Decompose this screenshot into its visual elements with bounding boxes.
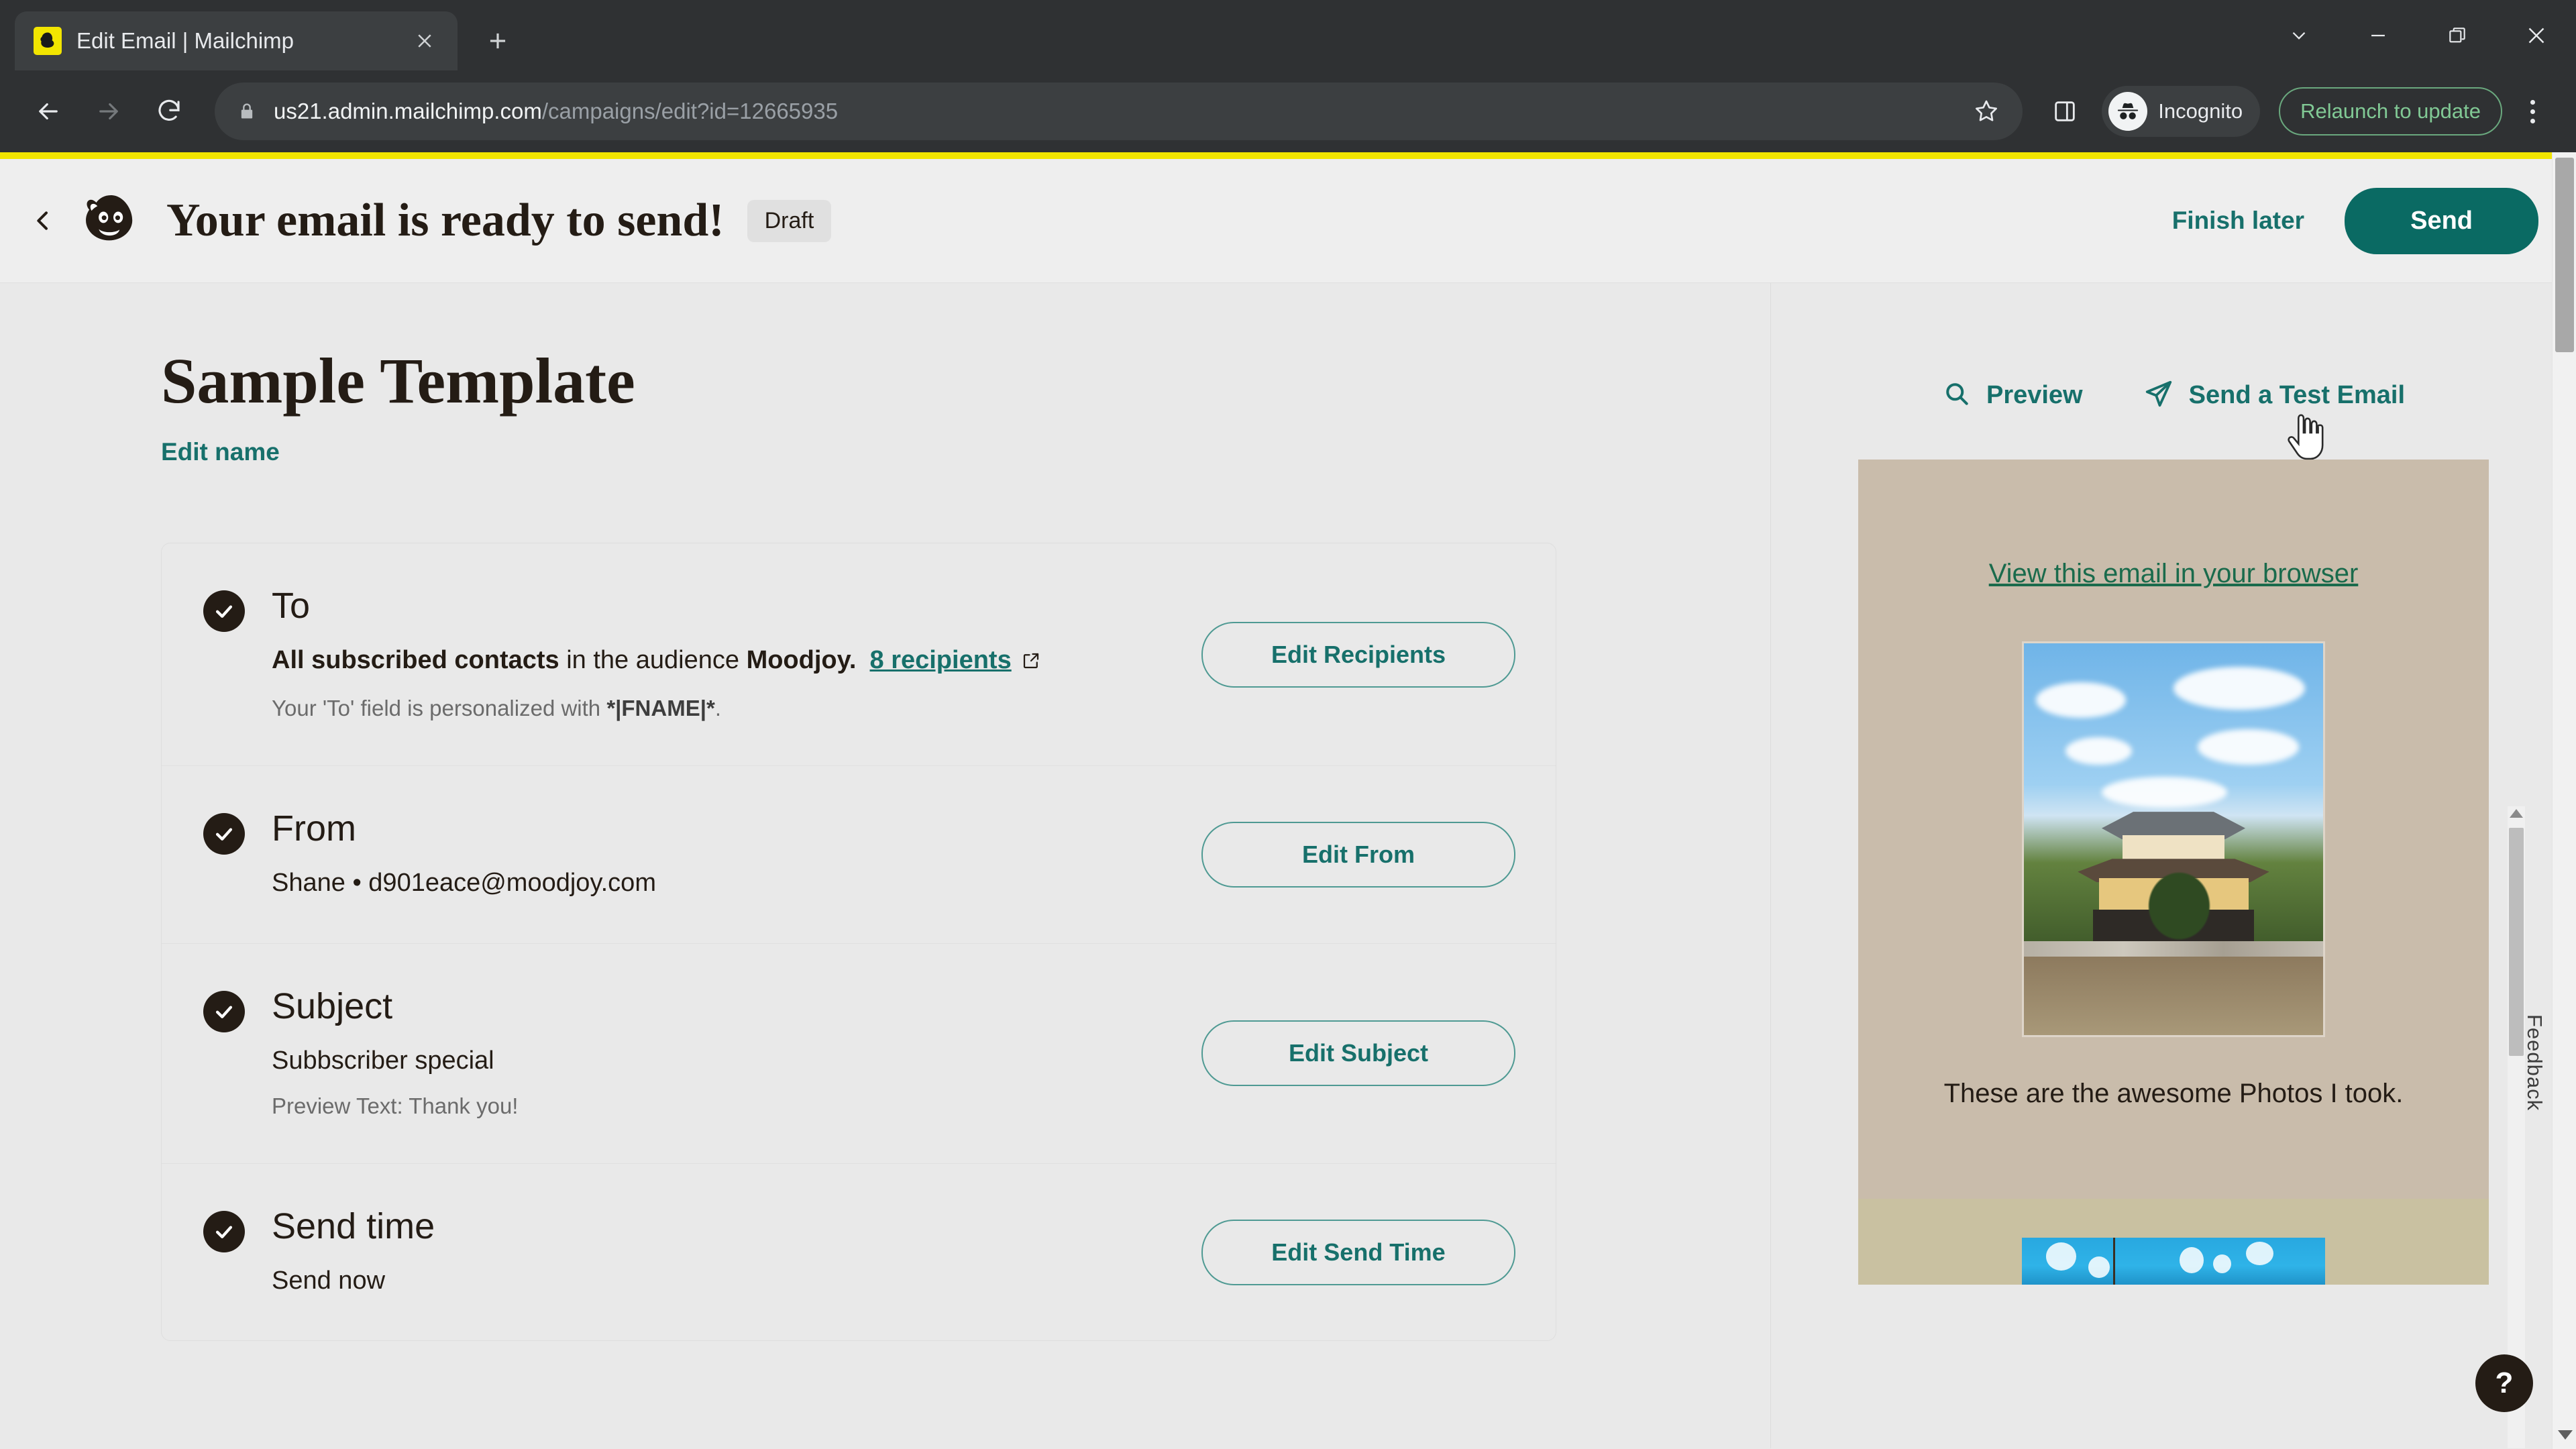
preview-button[interactable]: Preview [1942,379,2083,412]
bookmark-star-icon[interactable] [1973,98,2000,125]
from-detail: Shane • d901eace@moodjoy.com [272,869,656,898]
url-text: us21.admin.mailchimp.com/campaigns/edit?… [274,99,838,124]
mailchimp-logo-icon [75,184,148,257]
blue-flowers-photo [2022,1238,2325,1285]
edit-subject-button[interactable]: Edit Subject [1201,1020,1515,1087]
campaign-setup-column: Sample Template Edit name To All subscri… [0,283,1771,1448]
url-path: /campaigns/edit?id=12665935 [541,99,839,123]
back-arrow-icon[interactable] [20,83,76,140]
preview-text-detail: Preview Text: Thank you! [272,1093,519,1118]
email-preview-frame[interactable]: View this email in your browser These ar… [1858,460,2489,1285]
page-scroll-down-arrow[interactable] [2558,1430,2573,1440]
edit-send-time-button[interactable]: Edit Send Time [1201,1219,1515,1285]
audience-type: All subscribed contacts [272,645,559,674]
setup-card: To All subscribed contacts in the audien… [161,542,1556,1342]
row-label: From [272,808,356,849]
status-badge: Draft [747,199,832,242]
audience-name: Moodjoy. [746,645,857,674]
chevron-down-icon[interactable] [2259,0,2339,70]
kebab-menu-icon[interactable] [2509,83,2556,140]
send-test-email-label: Send a Test Email [2188,381,2406,409]
minimize-icon[interactable] [2339,0,2418,70]
preview-actions: Preview Send a Test Email [1942,378,2405,413]
side-panel-icon[interactable] [2039,85,2091,138]
mailchimp-favicon [34,27,62,55]
setup-row-subject: Subject Subbscriber special Preview Text… [162,944,1556,1165]
check-circle-icon [203,1211,245,1253]
email-preview-scrollbar[interactable] [2508,806,2525,1448]
relaunch-to-update-button[interactable]: Relaunch to update [2279,87,2502,136]
forward-arrow-icon[interactable] [80,83,137,140]
paper-plane-icon [2143,378,2174,413]
restore-icon[interactable] [2418,0,2497,70]
send-test-email-button[interactable]: Send a Test Email [2143,378,2405,413]
browser-toolbar: us21.admin.mailchimp.com/campaigns/edit?… [0,70,2576,152]
row-detail: All subscribed contacts in the audience … [272,643,1201,681]
preview-label: Preview [1986,381,2083,409]
page-scrollbar[interactable] [2552,152,2576,1449]
tab-title: Edit Email | Mailchimp [76,28,294,53]
page-title: Your email is ready to send! [166,195,724,246]
reload-icon[interactable] [141,83,197,140]
check-circle-icon [203,590,245,632]
browser-window: Edit Email | Mailchimp us21.admin.mailch… [0,0,2576,1449]
template-name: Sample Template [161,345,635,417]
email-caption: These are the awesome Photos I took. [1943,1079,2404,1108]
window-controls [2259,0,2576,70]
personalization-post: . [714,696,721,721]
tab-strip: Edit Email | Mailchimp [0,0,2576,70]
incognito-profile-button[interactable]: Incognito [2102,86,2261,137]
setup-row-send-time: Send time Send now Edit Send Time [162,1164,1556,1340]
address-bar[interactable]: us21.admin.mailchimp.com/campaigns/edit?… [215,83,2023,140]
finish-later-button[interactable]: Finish later [2172,207,2304,235]
page-content: Your email is ready to send! Draft Finis… [0,152,2576,1449]
incognito-label: Incognito [2158,99,2243,123]
setup-row-to: To All subscribed contacts in the audien… [162,543,1556,767]
send-time-detail: Send now [272,1267,386,1295]
edit-from-button[interactable]: Edit From [1201,821,1515,888]
page-scrollbar-thumb[interactable] [2555,158,2574,352]
scroll-up-arrow[interactable] [2510,809,2523,818]
send-button[interactable]: Send [2345,187,2538,254]
row-label: Send time [272,1206,435,1247]
lock-icon [237,102,256,121]
edit-name-link[interactable]: Edit name [161,438,280,466]
view-in-browser-link[interactable]: View this email in your browser [1858,460,2489,589]
golden-pavilion-photo [2022,641,2325,1037]
check-circle-icon [203,990,245,1032]
recipients-link[interactable]: 8 recipients [870,646,1012,674]
url-host: us21.admin.mailchimp.com [274,99,542,123]
preview-column: Preview Send a Test Email View this emai… [1771,283,2576,1448]
close-icon[interactable] [409,25,440,56]
chevron-left-icon[interactable] [17,195,68,246]
personalization-pre: Your 'To' field is personalized with [272,696,607,721]
row-subdetail: Your 'To' field is personalized with *|F… [272,693,1201,724]
magnifier-icon [1942,379,1972,412]
brand-accent-bar [0,152,2576,159]
incognito-icon [2108,92,2148,131]
close-icon[interactable] [2497,0,2576,70]
edit-recipients-button[interactable]: Edit Recipients [1201,621,1515,688]
external-link-icon[interactable] [1021,645,1041,681]
plus-icon[interactable] [474,17,522,65]
row-label: Subject [272,985,393,1026]
help-button[interactable]: ? [2475,1354,2533,1412]
personalization-token: *|FNAME|* [606,696,715,721]
scrollbar-thumb[interactable] [2509,828,2524,1056]
app-header: Your email is ready to send! Draft Finis… [0,159,2576,283]
audience-mid: in the audience [559,645,747,674]
check-circle-icon [203,813,245,855]
browser-tab[interactable]: Edit Email | Mailchimp [15,11,458,70]
row-label: To [272,585,311,626]
subject-detail: Subbscriber special [272,1046,494,1075]
feedback-tab[interactable]: Feedback [2522,1014,2546,1111]
setup-row-from: From Shane • d901eace@moodjoy.com Edit F… [162,766,1556,944]
